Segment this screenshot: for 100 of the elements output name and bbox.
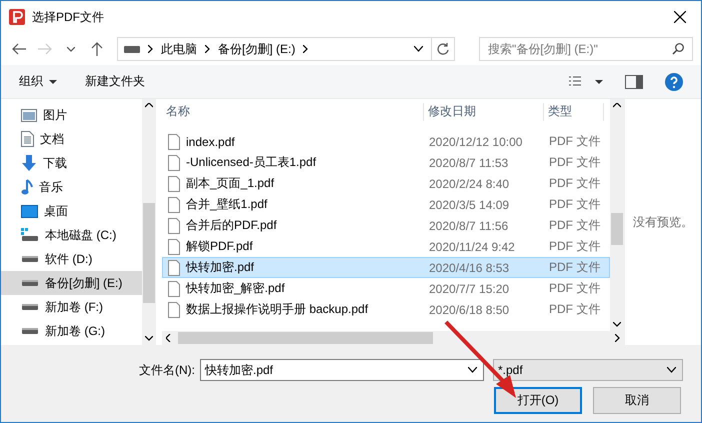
- file-name: -Unlicensed-员工表1.pdf: [186, 154, 316, 171]
- file-icon: [168, 154, 180, 170]
- open-button[interactable]: 打开(O): [494, 387, 582, 414]
- organize-menu[interactable]: 组织: [19, 73, 57, 90]
- file-type-dropdown[interactable]: *.pdf: [493, 359, 683, 381]
- chevron-right-icon: [148, 45, 153, 53]
- file-name: 副本_页面_1.pdf: [186, 175, 274, 192]
- drive-icon: [21, 255, 39, 263]
- file-name: 快转加密_解密.pdf: [186, 280, 285, 297]
- chevron-up-icon: [613, 103, 621, 108]
- sidebar-item[interactable]: 新加卷 (F:): [1, 295, 142, 319]
- drive-icon: [21, 279, 39, 287]
- modified-date: 2020/4/16 8:53: [428, 260, 510, 274]
- chevron-up-icon: [145, 103, 153, 108]
- file-type: PDF 文件: [548, 133, 602, 150]
- file-row[interactable]: index.pdf 2020/12/12 10:00 PDF 文件: [162, 131, 610, 152]
- sidebar-item[interactable]: 音乐: [1, 175, 142, 199]
- file-name: 合并_壁纸1.pdf: [186, 196, 268, 213]
- caret-icon: [468, 367, 477, 373]
- file-type: PDF 文件: [548, 259, 602, 276]
- file-icon: [168, 134, 180, 150]
- close-icon: [674, 11, 686, 23]
- scrollbar[interactable]: [610, 99, 624, 331]
- column-header[interactable]: 修改日期: [424, 103, 544, 121]
- file-type: PDF 文件: [548, 154, 602, 171]
- drive-icon: [21, 327, 39, 335]
- cancel-button[interactable]: 取消: [593, 387, 681, 414]
- chevron-right-icon: [615, 334, 620, 342]
- drive-icon: [124, 46, 140, 52]
- scrollbar-thumb[interactable]: [178, 332, 433, 344]
- system-drive-icon: [21, 228, 39, 242]
- file-row[interactable]: 合并后的PDF.pdf 2020/8/7 11:56 PDF 文件: [162, 215, 610, 236]
- file-row[interactable]: 快转加密_解密.pdf 2020/7/7 15:20 PDF 文件: [162, 278, 610, 299]
- window-title: 选择PDF文件: [32, 8, 105, 26]
- scrollbar[interactable]: [142, 99, 156, 345]
- breadcrumb-item[interactable]: 备份[勿删] (E:): [218, 40, 296, 58]
- modified-date: 2020/2/24 8:40: [428, 176, 510, 190]
- file-row[interactable]: 解锁PDF.pdf 2020/11/24 9:42 PDF 文件: [162, 236, 610, 257]
- back-arrow-icon[interactable]: [12, 43, 26, 55]
- file-icon: [168, 260, 180, 276]
- caret-icon[interactable]: [67, 46, 75, 52]
- file-row[interactable]: 副本_页面_1.pdf 2020/2/24 8:40 PDF 文件: [162, 173, 610, 194]
- up-arrow-icon[interactable]: [91, 42, 103, 56]
- address-bar[interactable]: 此电脑 备份[勿删] (E:): [117, 37, 455, 61]
- search-field[interactable]: 搜索"备份[勿删] (E:)": [479, 37, 693, 61]
- file-row[interactable]: 数据上报操作说明手册 backup.pdf 2020/6/18 8:50 PDF 文件: [162, 299, 610, 320]
- sidebar-item[interactable]: 备份[勿删] (E:): [1, 271, 142, 295]
- caret-icon: [49, 80, 57, 84]
- file-icon: [168, 176, 180, 192]
- breadcrumb-item[interactable]: 此电脑: [161, 40, 197, 58]
- sidebar-item[interactable]: 文档: [1, 127, 142, 151]
- sidebar-item[interactable]: 下载: [1, 151, 142, 175]
- file-icon: [168, 218, 180, 234]
- column-header[interactable]: 类型: [544, 103, 604, 121]
- music-note-icon: [21, 179, 33, 195]
- drive-icon: [21, 303, 39, 311]
- file-name-field[interactable]: 快转加密.pdf: [200, 359, 484, 381]
- file-type: PDF 文件: [548, 280, 602, 297]
- file-name: 合并后的PDF.pdf: [186, 217, 277, 234]
- file-type: PDF 文件: [548, 301, 602, 318]
- file-name-label: 文件名(N):: [139, 362, 195, 378]
- caret-icon: [667, 367, 676, 373]
- search-icon: [672, 43, 684, 55]
- sidebar-item[interactable]: 本地磁盘 (C:): [1, 223, 142, 247]
- file-row[interactable]: -Unlicensed-员工表1.pdf 2020/8/7 11:53 PDF 文件: [162, 152, 610, 173]
- sidebar-item[interactable]: 新加卷 (G:): [1, 319, 142, 343]
- file-row[interactable]: 快转加密.pdf 2020/4/16 8:53 PDF 文件: [162, 257, 610, 278]
- chevron-left-icon: [166, 334, 171, 342]
- horizontal-scrollbar[interactable]: [162, 331, 624, 345]
- chevron-down-icon: [613, 322, 621, 327]
- picture-icon: [21, 108, 37, 122]
- new-folder-button[interactable]: 新建文件夹: [85, 73, 145, 90]
- file-type: PDF 文件: [548, 217, 602, 234]
- scrollbar-thumb[interactable]: [143, 203, 155, 303]
- app-logo-icon: [9, 9, 25, 25]
- file-icon: [168, 196, 180, 212]
- file-row[interactable]: 合并_壁纸1.pdf 2020/3/5 14:09 PDF 文件: [162, 194, 610, 215]
- sidebar-item[interactable]: 桌面: [1, 199, 142, 223]
- modified-date: 2020/6/18 8:50: [428, 302, 510, 316]
- document-icon: [21, 131, 34, 147]
- help-icon[interactable]: [665, 72, 683, 90]
- modified-date: 2020/3/5 14:09: [428, 198, 510, 212]
- column-header[interactable]: 名称: [162, 103, 424, 121]
- chevron-down-icon: [145, 336, 153, 341]
- file-name: 解锁PDF.pdf: [186, 238, 253, 255]
- file-type: PDF 文件: [548, 238, 602, 255]
- chevron-right-icon: [303, 45, 308, 53]
- modified-date: 2020/7/7 15:20: [428, 282, 510, 296]
- modified-date: 2020/12/12 10:00: [428, 134, 524, 148]
- desktop-icon: [21, 204, 38, 218]
- sidebar-item[interactable]: 软件 (D:): [1, 247, 142, 271]
- file-icon: [168, 302, 180, 318]
- preview-pane-icon[interactable]: [625, 74, 643, 88]
- scrollbar-thumb[interactable]: [611, 213, 623, 245]
- file-icon: [168, 280, 180, 296]
- file-type: PDF 文件: [548, 196, 602, 213]
- file-name: index.pdf: [186, 134, 235, 148]
- download-arrow-icon: [21, 155, 37, 171]
- sidebar-item[interactable]: 图片: [1, 103, 142, 127]
- view-options-icon[interactable]: [569, 76, 603, 88]
